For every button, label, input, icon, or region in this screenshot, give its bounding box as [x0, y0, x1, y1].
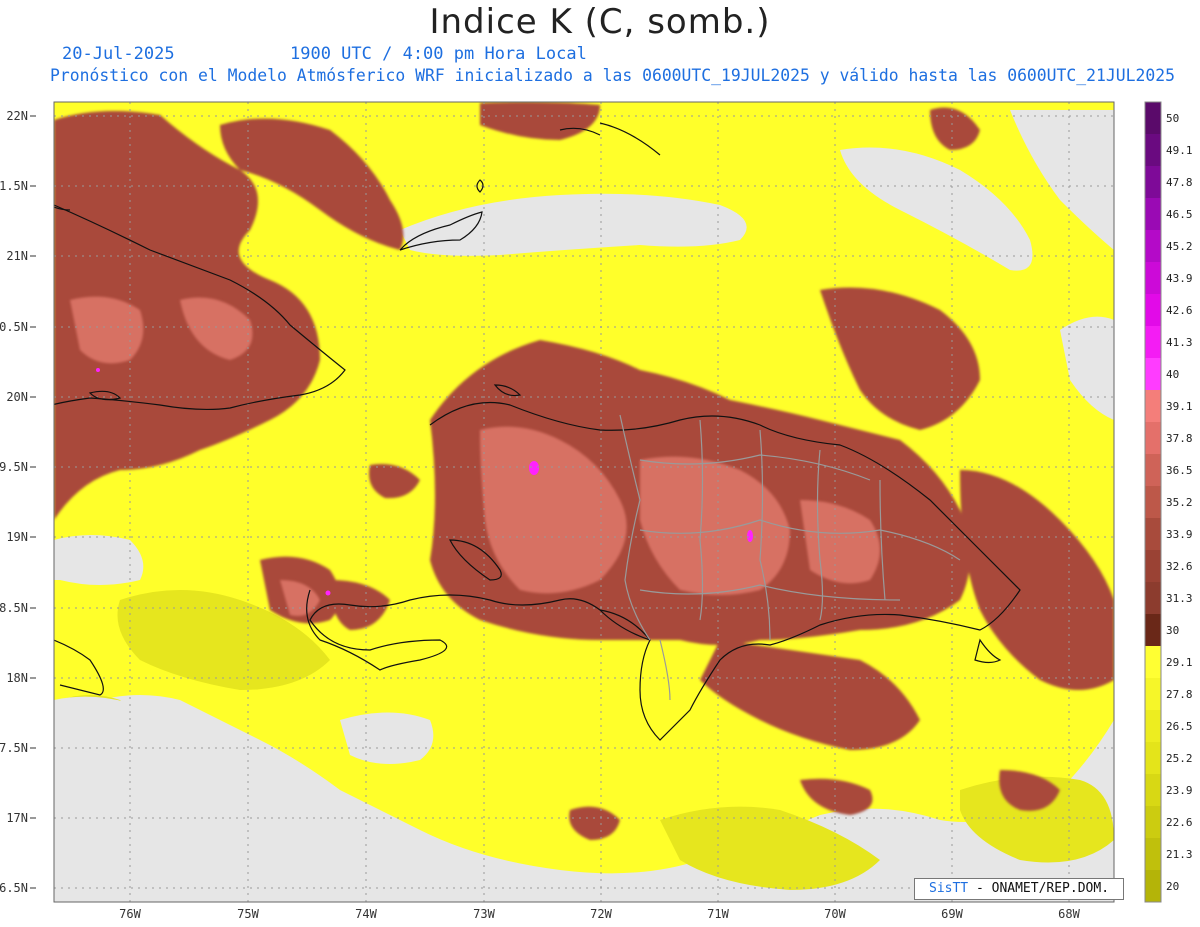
- lat-label: 18.5N: [0, 601, 28, 615]
- colorbar-swatch: [1145, 838, 1161, 871]
- colorbar-label: 20: [1166, 880, 1179, 893]
- colorbar: 50 49.1 47.8 46.5 45.2 43.9 42.6 41.3 40 39.1 37.8…: [1144, 101, 1193, 903]
- colorbar-swatch: [1145, 102, 1161, 135]
- lat-label: 18N: [6, 671, 28, 685]
- lon-label: 70W: [824, 907, 846, 921]
- longitude-labels: 76W 75W 74W 73W 72W 71W 70W 69W 68W: [119, 907, 1080, 921]
- lat-label: 16.5N: [0, 881, 28, 895]
- credit-text: - ONAMET/REP.DOM.: [968, 881, 1110, 896]
- colorbar-swatch: [1145, 486, 1161, 519]
- colorbar-label: 39.1: [1166, 400, 1193, 413]
- lon-label: 74W: [355, 907, 377, 921]
- colorbar-label: 50: [1166, 112, 1179, 125]
- lat-label: 22N: [6, 109, 28, 123]
- lon-label: 76W: [119, 907, 141, 921]
- colorbar-label: 40: [1166, 368, 1179, 381]
- lon-label: 68W: [1058, 907, 1080, 921]
- colorbar-swatch: [1145, 774, 1161, 807]
- colorbar-swatch: [1145, 678, 1161, 711]
- colorbar-label: 25.2: [1166, 752, 1193, 765]
- colorbar-swatch: [1145, 550, 1161, 583]
- lat-label: 19N: [6, 530, 28, 544]
- colorbar-swatch: [1145, 646, 1161, 679]
- colorbar-swatch: [1145, 454, 1161, 487]
- lat-label: 20.5N: [0, 320, 28, 334]
- colorbar-label: 42.6: [1166, 304, 1193, 317]
- colorbar-label: 27.8: [1166, 688, 1193, 701]
- colorbar-swatch: [1145, 582, 1161, 615]
- lon-label: 73W: [473, 907, 495, 921]
- colorbar-label: 47.8: [1166, 176, 1193, 189]
- colorbar-label: 41.3: [1166, 336, 1193, 349]
- colorbar-swatch: [1145, 358, 1161, 391]
- colorbar-label: 36.5: [1166, 464, 1193, 477]
- colorbar-swatch: [1145, 198, 1161, 231]
- colorbar-swatch: [1145, 166, 1161, 199]
- colorbar-swatch: [1145, 390, 1161, 423]
- lat-label: 17N: [6, 811, 28, 825]
- colorbar-label: 37.8: [1166, 432, 1193, 445]
- colorbar-label: 32.6: [1166, 560, 1193, 573]
- latitude-labels: 22N 21.5N 21N 20.5N 20N 19.5N 19N 18.5N …: [0, 109, 28, 895]
- lat-label: 20N: [6, 390, 28, 404]
- colorbar-swatch: [1145, 262, 1161, 295]
- colorbar-swatch: [1145, 422, 1161, 455]
- colorbar-label: 30: [1166, 624, 1179, 637]
- colorbar-label: 31.3: [1166, 592, 1193, 605]
- colorbar-label: 21.3: [1166, 848, 1193, 861]
- colorbar-label: 45.2: [1166, 240, 1193, 253]
- lon-label: 71W: [707, 907, 729, 921]
- lon-label: 72W: [590, 907, 612, 921]
- colorbar-swatch: [1145, 742, 1161, 775]
- colorbar-swatch: [1145, 518, 1161, 551]
- colorbar-label: 33.9: [1166, 528, 1193, 541]
- colorbar-swatch: [1145, 870, 1161, 903]
- lon-label: 75W: [237, 907, 259, 921]
- colorbar-label: 43.9: [1166, 272, 1193, 285]
- lat-label: 21N: [6, 249, 28, 263]
- k-index-map: 22N 21.5N 21N 20.5N 20N 19.5N 19N 18.5N …: [0, 101, 1193, 921]
- latitude-ticks: [30, 115, 36, 889]
- sistt-logo: SisTT: [929, 881, 969, 896]
- credit-box: SisTT - ONAMET/REP.DOM.: [914, 878, 1124, 900]
- colorbar-label: 35.2: [1166, 496, 1193, 509]
- colorbar-swatch: [1145, 326, 1161, 359]
- colorbar-swatch: [1145, 294, 1161, 327]
- lat-label: 17.5N: [0, 741, 28, 755]
- colorbar-swatch: [1145, 230, 1161, 263]
- colorbar-label: 46.5: [1166, 208, 1193, 221]
- colorbar-label: 49.1: [1166, 144, 1193, 157]
- colorbar-swatch: [1145, 806, 1161, 839]
- colorbar-label: 23.9: [1166, 784, 1193, 797]
- colorbar-label: 26.5: [1166, 720, 1193, 733]
- lat-label: 21.5N: [0, 179, 28, 193]
- colorbar-swatch: [1145, 614, 1161, 647]
- colorbar-swatch: [1145, 134, 1161, 167]
- colorbar-label: 22.6: [1166, 816, 1193, 829]
- colorbar-label: 29.1: [1166, 656, 1193, 669]
- lat-label: 19.5N: [0, 460, 28, 474]
- lon-label: 69W: [941, 907, 963, 921]
- colorbar-swatch: [1145, 710, 1161, 743]
